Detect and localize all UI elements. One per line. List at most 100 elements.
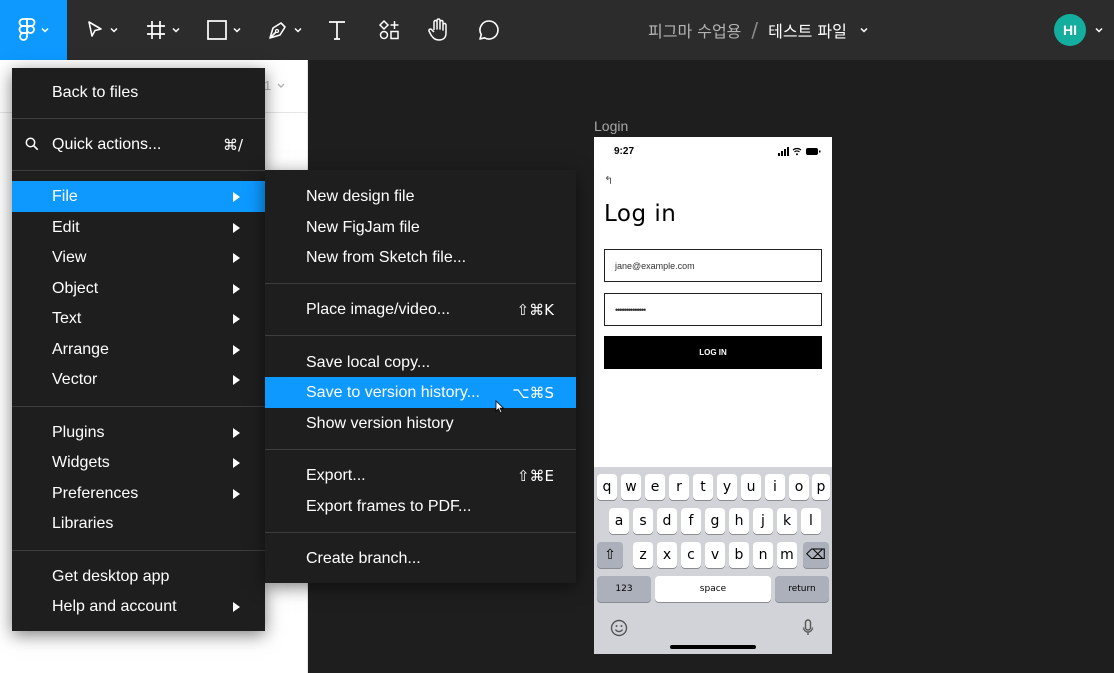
key[interactable]: o (789, 474, 809, 500)
menu-item-create-branch[interactable]: Create branch... (265, 543, 576, 574)
numbers-key[interactable]: 123 (597, 576, 651, 602)
return-key[interactable]: return (775, 576, 829, 602)
chevron-down-icon[interactable] (1094, 25, 1104, 35)
key[interactable]: l (801, 508, 821, 534)
key[interactable]: k (777, 508, 797, 534)
submenu-arrow-icon (233, 344, 240, 355)
hand-tool-button[interactable] (422, 0, 454, 60)
key[interactable]: m (777, 542, 797, 568)
menu-item-get-desktop-app[interactable]: Get desktop app (12, 561, 265, 592)
comment-tool-button[interactable] (474, 0, 504, 60)
key[interactable]: i (765, 474, 785, 500)
shift-key[interactable]: ⇧ (597, 542, 623, 568)
resources-button[interactable] (374, 0, 404, 60)
delete-key[interactable]: ⌫ (803, 542, 829, 568)
key[interactable]: x (657, 542, 677, 568)
text-tool-button[interactable] (322, 0, 352, 60)
team-name[interactable]: 피그마 수업용 (648, 18, 741, 42)
search-icon (25, 137, 39, 151)
chevron-down-icon[interactable] (276, 82, 286, 90)
main-menu-button[interactable] (0, 0, 67, 60)
menu-item-place-image[interactable]: Place image/video... ⇧⌘K (265, 294, 576, 325)
breadcrumb-separator: / (751, 18, 759, 42)
menu-item-label: Plugins (52, 423, 105, 441)
status-time: 9:27 (614, 146, 635, 157)
menu-item-export-frames-pdf[interactable]: Export frames to PDF... (265, 491, 576, 522)
key[interactable]: v (705, 542, 725, 568)
submenu-arrow-icon (233, 374, 240, 385)
menu-item-text[interactable]: Text (12, 303, 265, 334)
menu-item-save-to-version-history[interactable]: Save to version history... ⌥⌘S (265, 377, 576, 408)
keyboard-shortcut: ⌥⌘S (512, 383, 554, 402)
key[interactable]: s (633, 508, 653, 534)
key[interactable]: h (729, 508, 749, 534)
menu-item-vector[interactable]: Vector (12, 364, 265, 395)
key[interactable]: u (741, 474, 761, 500)
key[interactable]: p (812, 474, 830, 500)
chevron-down-icon[interactable] (859, 25, 869, 35)
menu-item-save-local-copy[interactable]: Save local copy... (265, 347, 576, 378)
menu-item-new-from-sketch[interactable]: New from Sketch file... (265, 242, 576, 273)
password-field[interactable]: •••••••••••••• (604, 293, 822, 326)
move-tool-button[interactable] (80, 0, 124, 60)
toolbar: 피그마 수업용 / 테스트 파일 HI (0, 0, 1114, 60)
menu-item-new-design-file[interactable]: New design file (265, 181, 576, 212)
pen-icon (269, 22, 286, 39)
email-field[interactable]: jane@example.com (604, 249, 822, 282)
key[interactable]: e (645, 474, 665, 500)
menu-item-label: Show version history (306, 414, 454, 432)
key[interactable]: c (681, 542, 701, 568)
key[interactable]: d (657, 508, 677, 534)
file-title[interactable]: 피그마 수업용 / 테스트 파일 (648, 0, 869, 60)
file-name[interactable]: 테스트 파일 (768, 18, 847, 42)
login-button[interactable]: LOG IN (604, 336, 822, 369)
key[interactable]: y (717, 474, 737, 500)
emoji-icon[interactable] (610, 619, 628, 637)
avatar[interactable]: HI (1054, 14, 1086, 46)
key[interactable]: f (681, 508, 701, 534)
shape-tool-button[interactable] (200, 0, 248, 60)
menu-item-show-version-history[interactable]: Show version history (265, 408, 576, 439)
key[interactable]: n (753, 542, 773, 568)
pen-tool-button[interactable] (262, 0, 308, 60)
menu-item-help-and-account[interactable]: Help and account (12, 591, 265, 622)
key[interactable]: a (609, 508, 629, 534)
back-arrow-icon[interactable]: ↰ (604, 174, 613, 187)
menu-item-file[interactable]: File (12, 181, 265, 212)
key[interactable]: z (633, 542, 653, 568)
menu-item-arrange[interactable]: Arrange (12, 334, 265, 365)
chevron-down-icon (294, 27, 302, 33)
menu-item-export[interactable]: Export... ⇧⌘E (265, 460, 576, 491)
menu-item-view[interactable]: View (12, 242, 265, 273)
login-frame[interactable]: 9:27 ↰ Log in jane@example.com •••••••••… (594, 137, 832, 654)
menu-item-back-to-files[interactable]: Back to files (12, 77, 265, 108)
menu-item-preferences[interactable]: Preferences (12, 478, 265, 509)
menu-item-libraries[interactable]: Libraries (12, 508, 265, 539)
menu-item-quick-actions[interactable]: Quick actions... ⌘/ (12, 129, 265, 160)
key[interactable]: g (705, 508, 725, 534)
rectangle-icon (207, 20, 227, 40)
hand-icon (428, 18, 447, 41)
key[interactable]: q (597, 474, 617, 500)
submenu-arrow-icon (233, 222, 240, 233)
menu-item-label: Libraries (52, 514, 114, 532)
menu-item-object[interactable]: Object (12, 273, 265, 304)
key[interactable]: j (753, 508, 773, 534)
frame-label[interactable]: Login (594, 118, 628, 134)
chevron-down-icon (172, 27, 180, 33)
menu-item-plugins[interactable]: Plugins (12, 417, 265, 448)
key[interactable]: r (669, 474, 689, 500)
microphone-icon[interactable] (802, 619, 814, 637)
frame-tool-button[interactable] (140, 0, 186, 60)
key[interactable]: w (621, 474, 641, 500)
key[interactable]: b (729, 542, 749, 568)
menu-item-new-figjam-file[interactable]: New FigJam file (265, 212, 576, 243)
space-key[interactable]: space (655, 576, 771, 602)
page-indicator[interactable]: 1 (264, 78, 271, 93)
menu-item-edit[interactable]: Edit (12, 212, 265, 243)
menu-divider (12, 170, 265, 171)
submenu-arrow-icon (233, 601, 240, 612)
key[interactable]: t (693, 474, 713, 500)
login-title: Log in (604, 201, 677, 227)
menu-item-widgets[interactable]: Widgets (12, 447, 265, 478)
